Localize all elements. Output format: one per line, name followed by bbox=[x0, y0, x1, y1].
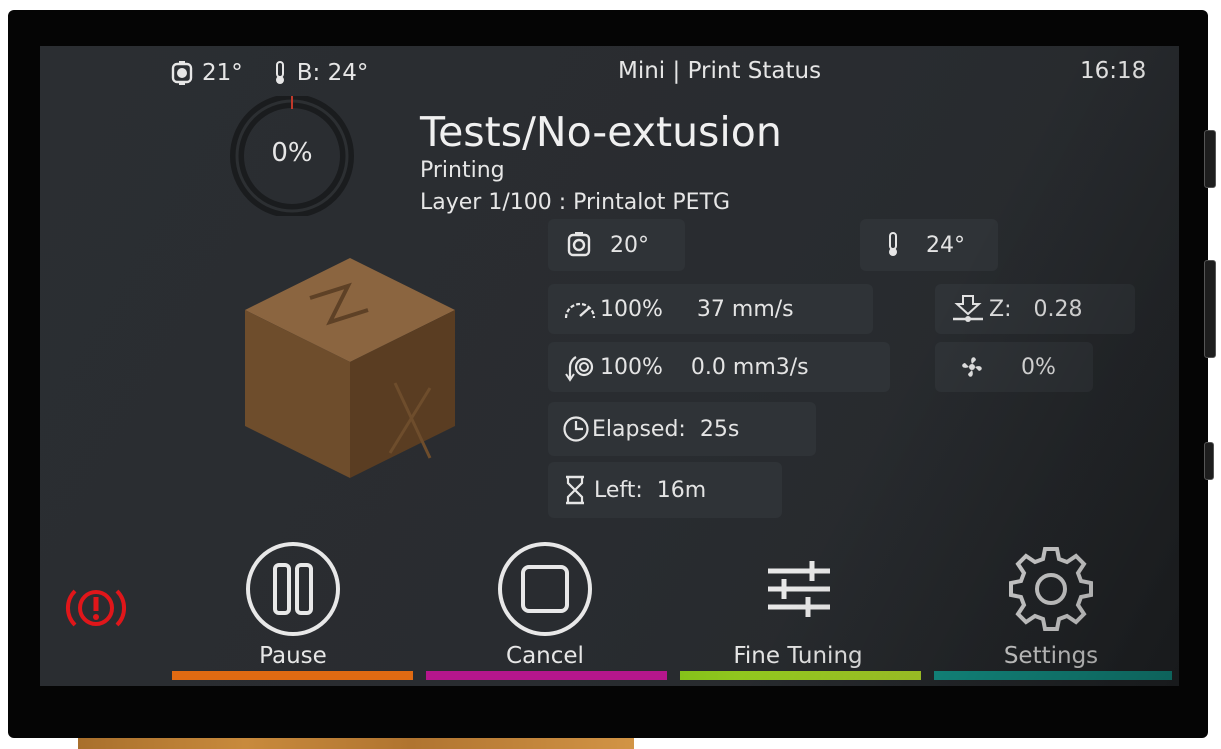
nozzle-icon bbox=[566, 232, 592, 258]
stat-speed: 37 mm/s bbox=[696, 296, 794, 322]
progress-percent: 0% bbox=[271, 138, 313, 168]
cancel-button[interactable]: Cancel bbox=[470, 541, 620, 669]
stat-z-value: 0.28 bbox=[1033, 296, 1083, 322]
header-hotend-temp: 21° bbox=[202, 60, 243, 86]
layer-info: Layer 1/100 : Printalot PETG bbox=[420, 190, 731, 215]
hourglass-icon bbox=[564, 475, 586, 505]
pause-color-bar bbox=[172, 671, 413, 680]
elapsed-pill: Elapsed: 25s bbox=[548, 402, 816, 456]
cancel-label: Cancel bbox=[506, 643, 584, 669]
header-temps: 21° B: 24° bbox=[170, 58, 368, 88]
fine-tuning-button[interactable]: Fine Tuning bbox=[723, 541, 873, 669]
stop-icon bbox=[497, 541, 593, 637]
header-bed-temp: B: 24° bbox=[296, 60, 369, 86]
print-preview-cube bbox=[240, 258, 465, 478]
pause-icon bbox=[245, 541, 341, 637]
clock: 16:18 bbox=[1080, 58, 1147, 84]
gear-icon bbox=[1003, 541, 1099, 637]
fan-icon bbox=[959, 354, 985, 380]
settings-color-bar bbox=[934, 671, 1172, 680]
z-label: Z: bbox=[989, 296, 1012, 322]
stat-speed-percent: 100% bbox=[600, 296, 663, 322]
progress-ring: 0% bbox=[222, 94, 362, 218]
bed-temp-icon bbox=[273, 61, 287, 85]
hotend-icon bbox=[170, 61, 194, 85]
time-left-pill: Left: 16m bbox=[548, 462, 782, 518]
stat-hotend-temp: 20° bbox=[610, 232, 649, 258]
clock-icon bbox=[562, 415, 590, 443]
fan-pill: 0% bbox=[935, 342, 1093, 392]
touch-screen: 21° B: 24° Mini | Print Status 16:18 0% … bbox=[40, 46, 1179, 686]
flow-pill: 100% 0.0 mm3/s bbox=[548, 342, 890, 392]
bed-temp-pill: 24° bbox=[860, 219, 998, 271]
fine-tuning-color-bar bbox=[680, 671, 921, 680]
stat-flow: 0.0 mm3/s bbox=[690, 354, 809, 380]
side-button-bottom bbox=[1204, 442, 1214, 480]
speed-pill: 100% 37 mm/s bbox=[548, 284, 873, 334]
job-name: Tests/No-extusion bbox=[420, 108, 782, 156]
settings-button[interactable]: Settings bbox=[976, 541, 1126, 669]
settings-label: Settings bbox=[1003, 643, 1099, 669]
speedometer-icon bbox=[562, 296, 598, 322]
stat-bed-temp: 24° bbox=[926, 232, 965, 258]
stat-elapsed: Elapsed: 25s bbox=[592, 416, 740, 442]
sliders-icon bbox=[750, 541, 846, 637]
flow-icon bbox=[562, 352, 598, 382]
stat-flow-percent: 100% bbox=[600, 354, 663, 380]
stat-fan: 0% bbox=[1021, 354, 1056, 380]
hotend-temp-pill: 20° bbox=[548, 219, 685, 271]
fine-tuning-label: Fine Tuning bbox=[733, 643, 863, 669]
job-state: Printing bbox=[420, 158, 505, 183]
side-button-top bbox=[1204, 130, 1216, 188]
pause-button[interactable]: Pause bbox=[218, 541, 368, 669]
pause-label: Pause bbox=[259, 643, 327, 669]
thermometer-icon bbox=[886, 232, 900, 258]
alert-circle-icon[interactable] bbox=[60, 583, 132, 633]
z-offset-icon bbox=[951, 294, 985, 324]
stat-time-left: Left: 16m bbox=[594, 477, 707, 503]
device-bezel: 21° B: 24° Mini | Print Status 16:18 0% … bbox=[8, 10, 1216, 738]
screen-title: Mini | Print Status bbox=[618, 58, 822, 84]
z-height-pill: Z: 0.28 bbox=[935, 284, 1135, 334]
cancel-color-bar bbox=[426, 671, 667, 680]
side-button-middle bbox=[1204, 260, 1216, 358]
